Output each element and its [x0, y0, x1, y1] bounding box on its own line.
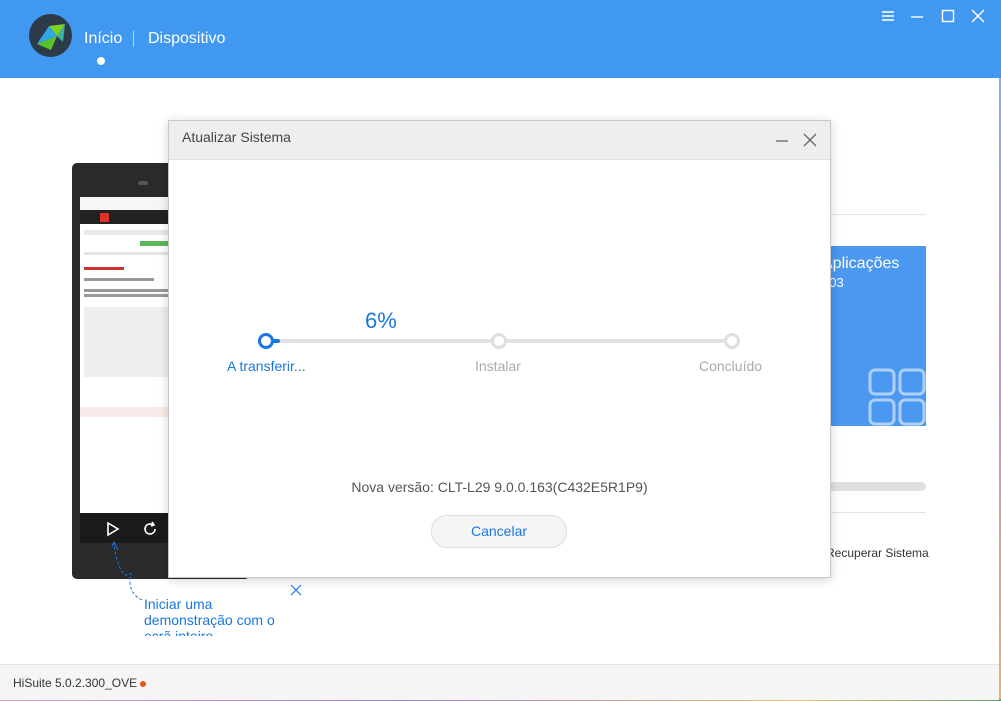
app-header: Início Dispositivo: [0, 0, 1001, 78]
nav-active-indicator: [97, 57, 105, 65]
apps-grid-icon: [868, 368, 926, 426]
cancel-button[interactable]: Cancelar: [431, 515, 567, 548]
recover-system-link[interactable]: Recuperar Sistema: [826, 546, 929, 560]
demo-hint-close-icon[interactable]: [290, 583, 302, 601]
version-label: HiSuite 5.0.2.300_OVE: [13, 676, 147, 690]
step-install-marker: [491, 333, 507, 349]
demo-hint-text: Iniciar uma demonstração com o ecrã inte…: [144, 596, 275, 636]
version-text: HiSuite 5.0.2.300_OVE: [13, 676, 138, 690]
update-system-dialog: Atualizar Sistema 6% A transferir... Ins…: [168, 120, 831, 578]
nav-device[interactable]: Dispositivo: [148, 30, 225, 48]
nav-separator: [133, 31, 134, 47]
step-install-label: Instalar: [475, 358, 521, 374]
hisuite-logo: [29, 14, 72, 57]
update-dot-icon: [140, 680, 147, 687]
menu-icon[interactable]: [880, 8, 898, 26]
minimize-icon[interactable]: [909, 8, 927, 26]
dialog-header: Atualizar Sistema: [169, 121, 830, 160]
new-version-text: Nova versão: CLT-L29 9.0.0.163(C432E5R1P…: [351, 479, 648, 495]
step-download-label: A transferir...: [227, 358, 306, 374]
step-download-marker: [258, 333, 274, 349]
maximize-icon[interactable]: [940, 8, 958, 26]
play-icon[interactable]: [106, 521, 120, 537]
dialog-title: Atualizar Sistema: [182, 129, 291, 145]
progress-percent: 6%: [365, 308, 397, 333]
demo-arrow-icon: [112, 540, 143, 601]
nav-home[interactable]: Início: [84, 30, 122, 48]
status-bar: HiSuite 5.0.2.300_OVE: [0, 664, 999, 700]
step-done-label: Concluído: [699, 358, 763, 374]
refresh-icon[interactable]: [142, 521, 158, 537]
dialog-minimize-icon[interactable]: [774, 132, 790, 148]
dialog-close-icon[interactable]: [802, 132, 818, 148]
apps-card-title: Aplicações: [822, 255, 900, 272]
close-icon[interactable]: [970, 8, 988, 26]
step-done-marker: [724, 333, 740, 349]
